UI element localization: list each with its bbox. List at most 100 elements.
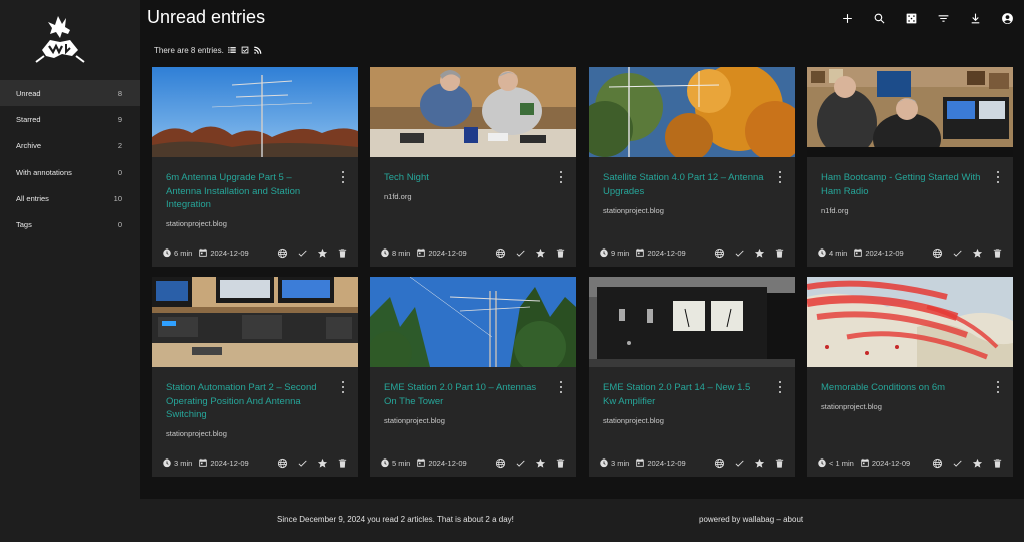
export-button[interactable] <box>966 9 984 27</box>
star-button[interactable] <box>754 248 765 259</box>
entry-thumbnail[interactable] <box>152 67 358 157</box>
sidebar-item-starred[interactable]: Starred 9 <box>0 106 140 132</box>
star-button[interactable] <box>972 248 983 259</box>
mark-read-button[interactable] <box>515 248 526 259</box>
wallabag-link[interactable]: wallabag <box>743 515 775 524</box>
entry-date-text: 2024-12-09 <box>428 248 467 258</box>
entry-thumbnail[interactable] <box>370 277 576 367</box>
open-original-button[interactable] <box>495 248 506 259</box>
open-original-button[interactable] <box>932 458 943 469</box>
entry-thumbnail[interactable] <box>589 277 795 367</box>
delete-button[interactable] <box>555 458 566 469</box>
sidebar-item-tags[interactable]: Tags 0 <box>0 211 140 237</box>
star-button[interactable] <box>972 458 983 469</box>
delete-button[interactable] <box>337 248 348 259</box>
star-button[interactable] <box>535 248 546 259</box>
powered-by: powered by wallabag – about <box>699 515 803 524</box>
sidebar-item-archive[interactable]: Archive 2 <box>0 133 140 159</box>
mark-read-button[interactable] <box>952 248 963 259</box>
entry-menu-button[interactable] <box>995 381 1001 393</box>
entry-title-link[interactable]: Satellite Station 4.0 Part 12 – Antenna … <box>603 171 765 198</box>
account-button[interactable] <box>998 9 1016 27</box>
entry-menu-button[interactable] <box>995 171 1001 183</box>
entry-title-link[interactable]: Memorable Conditions on 6m <box>821 381 983 395</box>
entry-domain: stationproject.blog <box>166 429 227 438</box>
entry-thumbnail[interactable] <box>370 67 576 157</box>
entry-card: Station Automation Part 2 – Second Opera… <box>152 277 358 477</box>
entry-thumbnail[interactable] <box>152 277 358 367</box>
random-icon <box>906 13 916 23</box>
globe-icon <box>932 248 943 258</box>
open-original-button[interactable] <box>277 458 288 469</box>
entry-menu-button[interactable] <box>558 381 564 393</box>
star-button[interactable] <box>535 458 546 469</box>
entry-menu-button[interactable] <box>777 381 783 393</box>
rss-feed-icon[interactable] <box>253 45 263 55</box>
open-original-button[interactable] <box>714 458 725 469</box>
open-original-button[interactable] <box>714 248 725 259</box>
trash-icon <box>993 248 1002 258</box>
entry-card: Memorable Conditions on 6m stationprojec… <box>807 277 1013 477</box>
delete-button[interactable] <box>992 458 1003 469</box>
delete-button[interactable] <box>774 458 785 469</box>
entry-card: Satellite Station 4.0 Part 12 – Antenna … <box>589 67 795 267</box>
delete-button[interactable] <box>774 248 785 259</box>
entry-title-link[interactable]: 6m Antenna Upgrade Part 5 – Antenna Inst… <box>166 171 328 212</box>
delete-button[interactable] <box>992 248 1003 259</box>
entry-title-link[interactable]: Ham Bootcamp - Getting Started With Ham … <box>821 171 983 198</box>
reading-time: 3 min <box>599 458 629 468</box>
mark-all-read-icon[interactable] <box>240 45 250 55</box>
delete-button[interactable] <box>337 458 348 469</box>
entries-count-text: There are 8 entries. <box>154 45 224 55</box>
entry-thumbnail[interactable] <box>589 67 795 157</box>
entry-date: 2024-12-09 <box>860 458 910 468</box>
entry-title-link[interactable]: EME Station 2.0 Part 10 – Antennas On Th… <box>384 381 546 408</box>
entry-actions <box>277 248 348 259</box>
check-icon <box>298 250 307 257</box>
entry-title-link[interactable]: Tech Night <box>384 171 546 185</box>
entry-footer: 4 min 2024-12-09 <box>807 239 1013 267</box>
open-original-button[interactable] <box>495 458 506 469</box>
star-button[interactable] <box>317 458 328 469</box>
about-link[interactable]: about <box>783 515 803 524</box>
star-button[interactable] <box>317 248 328 259</box>
search-button[interactable] <box>870 9 888 27</box>
entry-thumbnail[interactable] <box>807 277 1013 367</box>
sidebar-item-unread[interactable]: Unread 8 <box>0 80 140 107</box>
list-view-icon[interactable] <box>227 45 237 55</box>
entry-footer: 8 min 2024-12-09 <box>370 239 576 267</box>
page-footer: Since December 9, 2024 you read 2 articl… <box>140 499 1024 542</box>
entry-card: EME Station 2.0 Part 10 – Antennas On Th… <box>370 277 576 477</box>
reading-time-text: 9 min <box>611 248 630 258</box>
filter-button[interactable] <box>934 9 952 27</box>
entry-menu-button[interactable] <box>777 171 783 183</box>
entry-title-link[interactable]: EME Station 2.0 Part 14 – New 1.5 Kw Amp… <box>603 381 765 408</box>
random-entry-button[interactable] <box>902 9 920 27</box>
star-icon <box>754 248 765 258</box>
open-original-button[interactable] <box>277 248 288 259</box>
entry-menu-button[interactable] <box>558 171 564 183</box>
mark-read-button[interactable] <box>952 458 963 469</box>
mark-read-button[interactable] <box>734 248 745 259</box>
entry-actions <box>277 458 348 469</box>
delete-button[interactable] <box>555 248 566 259</box>
wallabag-logo[interactable] <box>32 12 88 68</box>
trash-icon <box>993 458 1002 468</box>
entry-title-link[interactable]: Station Automation Part 2 – Second Opera… <box>166 381 328 422</box>
mark-read-button[interactable] <box>297 458 308 469</box>
entry-date: 2024-12-09 <box>416 458 467 468</box>
sidebar-item-with-annotations[interactable]: With annotations 0 <box>0 159 140 185</box>
entry-thumbnail[interactable] <box>807 67 1013 157</box>
mark-read-button[interactable] <box>297 248 308 259</box>
star-icon <box>317 458 328 468</box>
entry-menu-button[interactable] <box>340 381 346 393</box>
mark-read-button[interactable] <box>734 458 745 469</box>
open-original-button[interactable] <box>932 248 943 259</box>
sidebar-item-all-entries[interactable]: All entries 10 <box>0 185 140 211</box>
mark-read-button[interactable] <box>515 458 526 469</box>
entry-menu-button[interactable] <box>340 171 346 183</box>
sidebar-item-count: 9 <box>117 114 122 124</box>
globe-icon <box>932 458 943 468</box>
star-button[interactable] <box>754 458 765 469</box>
add-entry-button[interactable] <box>838 9 856 27</box>
